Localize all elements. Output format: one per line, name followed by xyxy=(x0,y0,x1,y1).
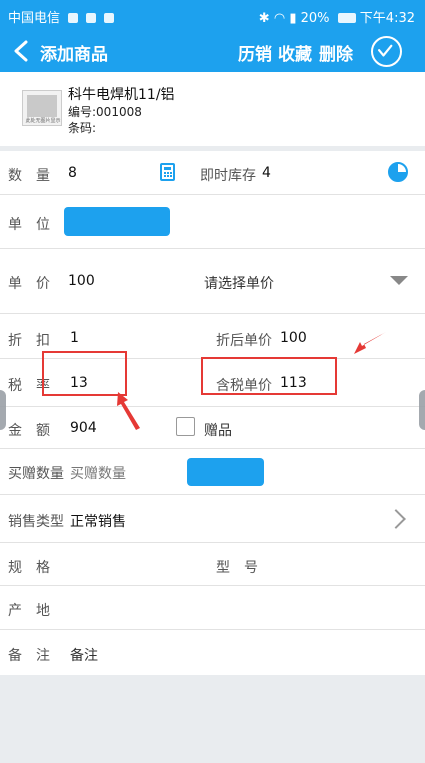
bluetooth-icon: ✱ xyxy=(258,11,270,26)
annotation-arrow-icon xyxy=(117,392,140,430)
notification-icon xyxy=(68,13,79,23)
image-placeholder-icon xyxy=(27,95,57,117)
history-sales-button[interactable]: 历销 xyxy=(238,40,272,65)
price-select[interactable]: 请选择单价 xyxy=(204,273,274,293)
status-left: 中国电信 xyxy=(8,7,115,26)
gift-checkbox[interactable] xyxy=(176,417,195,436)
remark-row: 备 注 备注 xyxy=(0,630,425,675)
clock: 下午4:32 xyxy=(359,11,415,26)
sale-type-label: 销售类型 xyxy=(8,514,64,530)
unit-selector-button[interactable] xyxy=(64,207,170,236)
unit-price-label: 单 价 xyxy=(8,276,50,292)
quantity-row: 数 量 8 即时库存 4 xyxy=(0,151,425,195)
unit-row: 单 位 xyxy=(0,195,425,249)
status-bar: 中国电信 ✱ ◠ ▮ 20% 下午4:32 xyxy=(0,0,425,30)
delete-button[interactable]: 删除 xyxy=(319,40,353,65)
discounted-price-input[interactable]: 100 xyxy=(280,330,307,346)
stock-chart-icon[interactable] xyxy=(388,162,408,182)
discount-label: 折 扣 xyxy=(8,333,50,349)
remark-input[interactable]: 备注 xyxy=(70,645,98,665)
unit-price-row: 单 价 100 请选择单价 xyxy=(0,249,425,314)
confirm-check-icon[interactable] xyxy=(371,36,402,67)
discounted-price-label: 折后单价 xyxy=(216,333,272,349)
origin-label: 产 地 xyxy=(8,603,50,619)
battery-percent: 20% xyxy=(300,11,330,26)
tax-price-highlight-box xyxy=(201,357,337,395)
spec-row: 规 格 型 号 xyxy=(0,543,425,586)
product-info: 此处无图片显示 科牛电焊机11/铝 编号:001008 条码: xyxy=(0,72,425,146)
amount-label: 金 额 xyxy=(8,423,50,439)
chevron-right-icon xyxy=(386,509,406,529)
dropdown-arrow-icon[interactable] xyxy=(390,276,408,285)
bonus-quantity-label: 买赠数量 xyxy=(8,466,64,482)
stock-label: 即时库存 xyxy=(200,168,256,184)
bonus-unit-button[interactable] xyxy=(187,458,264,486)
right-edge-handle[interactable] xyxy=(419,390,425,430)
spec-label: 规 格 xyxy=(8,560,50,576)
sale-type-row[interactable]: 销售类型 正常销售 xyxy=(0,495,425,543)
sync-icon xyxy=(104,13,115,23)
discount-input[interactable]: 1 xyxy=(70,330,79,346)
bonus-quantity-input[interactable]: 买赠数量 xyxy=(70,463,126,483)
amount-row: 金 额 904 赠品 xyxy=(0,407,425,449)
title-bar: 添加商品 历销 收藏 删除 xyxy=(0,30,425,72)
sim-icon xyxy=(86,13,97,23)
product-image-placeholder: 此处无图片显示 xyxy=(22,90,62,126)
remark-label: 备 注 xyxy=(8,648,50,664)
left-edge-handle[interactable] xyxy=(0,390,6,430)
product-name: 科牛电焊机11/铝 xyxy=(68,87,175,103)
gift-label: 赠品 xyxy=(204,423,232,439)
page-title: 添加商品 xyxy=(40,45,108,65)
model-label: 型 号 xyxy=(216,560,258,576)
quantity-input[interactable]: 8 xyxy=(68,165,77,181)
wifi-icon: ◠ xyxy=(273,11,286,26)
product-barcode: 条码: xyxy=(68,121,97,135)
carrier-label: 中国电信 xyxy=(8,11,61,26)
origin-row: 产 地 xyxy=(0,586,425,630)
product-code: 编号:001008 xyxy=(68,105,142,119)
sale-type-value: 正常销售 xyxy=(70,514,126,530)
unit-label: 单 位 xyxy=(8,217,50,233)
product-form: 数 量 8 即时库存 4 单 位 单 价 100 请选择单价 折 扣 1 折后单… xyxy=(0,151,425,675)
unit-price-input[interactable]: 100 xyxy=(68,273,95,289)
quantity-label: 数 量 xyxy=(8,168,50,184)
image-placeholder-text: 此处无图片显示 xyxy=(25,118,61,124)
bonus-quantity-row: 买赠数量 买赠数量 xyxy=(0,449,425,495)
back-arrow-icon[interactable] xyxy=(10,39,34,63)
battery-icon xyxy=(337,13,356,23)
status-right: ✱ ◠ ▮ 20% 下午4:32 xyxy=(259,7,415,26)
signal-icon: ▮ xyxy=(289,11,297,26)
calculator-icon[interactable] xyxy=(160,163,175,181)
amount-value: 904 xyxy=(70,420,97,436)
annotation-arrow-icon-2 xyxy=(354,332,386,354)
stock-value: 4 xyxy=(262,165,271,181)
favorite-button[interactable]: 收藏 xyxy=(278,40,312,65)
